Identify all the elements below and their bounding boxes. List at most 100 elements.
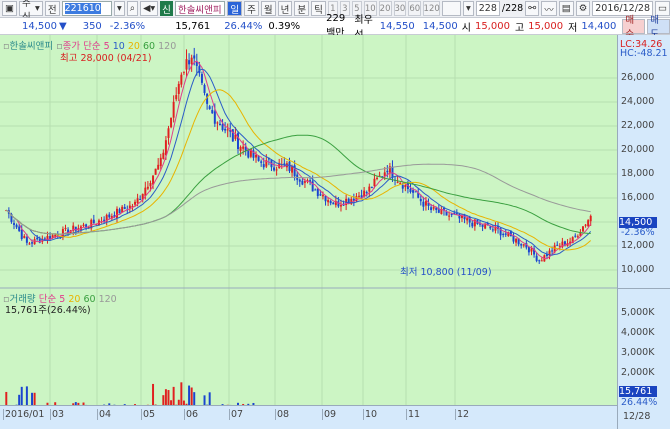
candle xyxy=(134,201,137,205)
custom-minute-input[interactable] xyxy=(442,1,461,16)
candle xyxy=(576,236,579,238)
candle xyxy=(226,129,229,131)
candle xyxy=(273,167,276,171)
minute-30[interactable]: 30 xyxy=(393,1,407,16)
candle xyxy=(255,154,258,158)
volume-tick-label: 3,000K xyxy=(621,347,655,358)
x-tick-label: 11 xyxy=(406,409,421,420)
candle xyxy=(213,111,216,124)
candle xyxy=(193,55,196,59)
code-input[interactable]: 221610 xyxy=(61,1,112,16)
down-arrow-icon: ▼ xyxy=(59,20,67,32)
chart-area[interactable]: ▫한솔씨앤피 ▫종가 단순 5 10 20 60 120 최고 28,000 (… xyxy=(0,35,617,405)
high: 15,000 xyxy=(528,20,564,32)
period-tick[interactable]: 틱 xyxy=(311,1,326,16)
candle xyxy=(28,243,31,245)
candle xyxy=(535,255,538,261)
date-input[interactable]: 2016/12/28 xyxy=(592,1,653,16)
candle xyxy=(404,184,407,188)
volume-bar xyxy=(167,390,170,405)
volume-tick-label: 2,000K xyxy=(621,367,655,378)
search-icon[interactable]: ⌕ xyxy=(126,1,139,16)
prev-button[interactable]: 전 xyxy=(44,1,60,16)
count-input[interactable]: 228 xyxy=(475,1,500,16)
market-select[interactable]: 주식 ▾ xyxy=(18,0,43,23)
candle xyxy=(188,60,191,65)
minute-120[interactable]: 120 xyxy=(423,1,441,16)
candle xyxy=(471,222,474,227)
candle xyxy=(211,109,214,114)
candle xyxy=(502,233,505,235)
candle xyxy=(190,57,193,64)
candle xyxy=(33,239,36,245)
chart-add-icon[interactable]: 〰 xyxy=(541,1,557,16)
volume-bar xyxy=(193,392,196,405)
candle xyxy=(218,123,221,126)
candle xyxy=(430,207,433,211)
candle xyxy=(540,260,543,262)
x-tick-label: 2016/01 xyxy=(3,409,45,420)
minute-20[interactable]: 20 xyxy=(378,1,392,16)
candle xyxy=(82,224,85,226)
candle xyxy=(239,146,242,151)
candle xyxy=(23,235,26,239)
candle xyxy=(481,224,484,227)
period-year[interactable]: 년 xyxy=(277,1,293,16)
candle xyxy=(180,74,183,85)
last-volume-tag: 15,761 xyxy=(619,386,657,397)
end-date: 12/28 xyxy=(623,411,651,422)
gear-icon[interactable]: ⚙ xyxy=(575,1,591,16)
volume-bar xyxy=(203,395,206,405)
candle xyxy=(319,194,322,196)
last-price-pct: -2.36% xyxy=(621,227,655,238)
period-day[interactable]: 일 xyxy=(227,1,243,16)
ma-120: 120 xyxy=(158,41,177,52)
last-volume-pct: 26.44% xyxy=(621,397,658,408)
candle xyxy=(157,164,160,170)
candle xyxy=(489,226,492,229)
candle xyxy=(314,189,317,191)
candle xyxy=(422,201,425,207)
speaker-icon[interactable]: ◀▾ xyxy=(140,1,159,16)
candle xyxy=(466,218,469,221)
save-icon[interactable]: ▤ xyxy=(558,1,574,16)
candle xyxy=(118,209,121,214)
candle xyxy=(185,59,188,70)
candle xyxy=(419,198,422,202)
candle xyxy=(221,124,224,131)
minute-60[interactable]: 60 xyxy=(408,1,422,16)
candle xyxy=(146,186,149,189)
turnover: 0.39% xyxy=(268,20,301,32)
y-tick-label: 24,000 xyxy=(621,96,655,107)
link-icon[interactable]: ⚯ xyxy=(525,1,540,16)
candle xyxy=(18,226,21,231)
period-month[interactable]: 월 xyxy=(260,1,276,16)
sell-button[interactable]: 매도 xyxy=(647,15,670,40)
candle xyxy=(224,128,227,131)
candle xyxy=(396,181,399,183)
chart-svg xyxy=(0,35,617,405)
y-tick-label: 20,000 xyxy=(621,144,655,155)
candle xyxy=(64,227,67,229)
custom-dropdown-icon[interactable]: ▾ xyxy=(462,1,474,16)
candle xyxy=(515,238,518,243)
candle xyxy=(414,191,417,193)
volume-bar xyxy=(5,391,8,405)
period-minute[interactable]: 분 xyxy=(294,1,310,16)
candle xyxy=(162,152,165,159)
candle xyxy=(386,170,389,173)
candle xyxy=(85,224,88,227)
candle xyxy=(321,195,324,197)
candle xyxy=(208,106,211,110)
volume-tick-label: 5,000K xyxy=(621,307,655,318)
period-week[interactable]: 주 xyxy=(244,1,259,16)
x-tick-label: 05 xyxy=(141,409,156,420)
candle xyxy=(574,235,577,237)
candle xyxy=(288,161,291,172)
menu-icon[interactable]: ▣ xyxy=(2,1,17,16)
candle xyxy=(432,207,435,209)
candle xyxy=(170,117,173,128)
buy-button[interactable]: 매수 xyxy=(622,15,646,40)
volume-tick-label: 4,000K xyxy=(621,327,655,338)
code-dropdown-icon[interactable]: ▾ xyxy=(113,1,125,16)
